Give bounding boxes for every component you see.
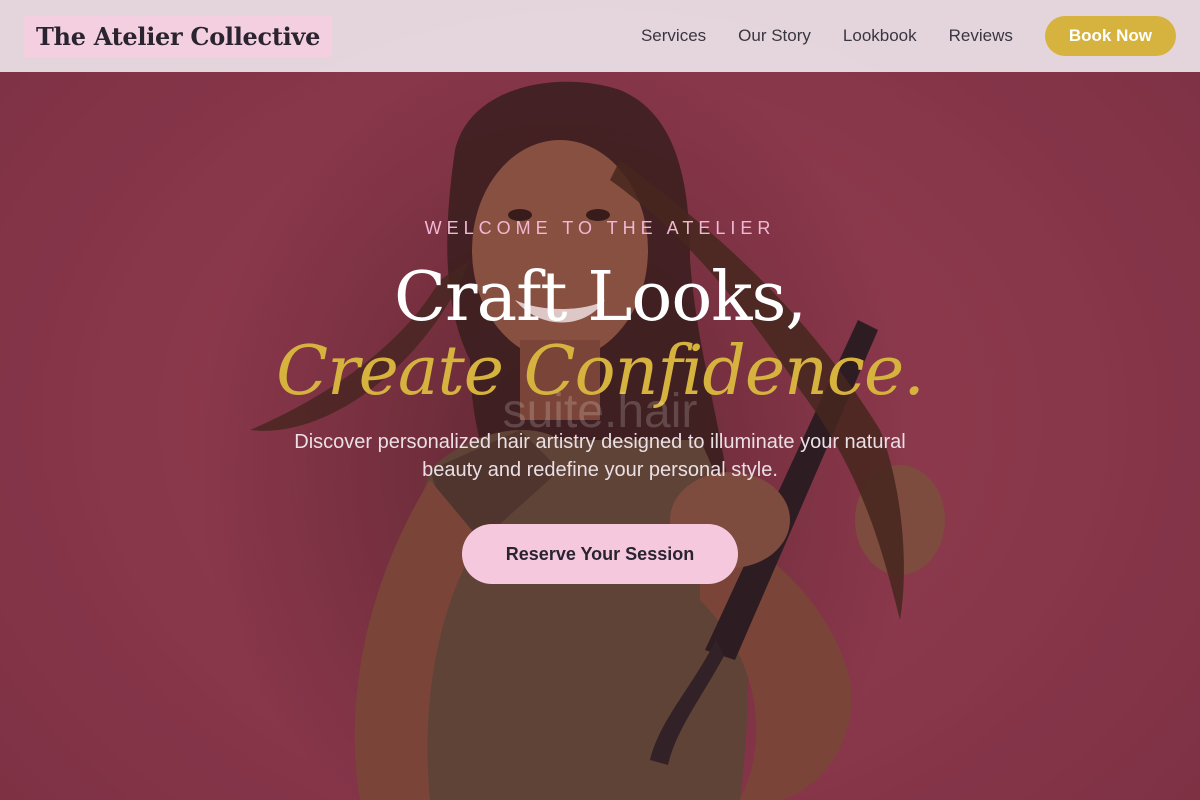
hero-subtext: Discover personalized hair artistry desi…: [294, 431, 906, 481]
site-header: The Atelier Collective Services Our Stor…: [0, 0, 1200, 72]
nav-link-services[interactable]: Services: [641, 26, 706, 46]
main-nav: Services Our Story Lookbook Reviews Book…: [641, 16, 1176, 56]
landing-page: The Atelier Collective Services Our Stor…: [0, 0, 1200, 800]
nav-link-our-story[interactable]: Our Story: [738, 26, 811, 46]
site-logo[interactable]: The Atelier Collective: [24, 15, 333, 57]
hero-headline-line1: Craft Looks,: [394, 258, 807, 337]
nav-link-reviews[interactable]: Reviews: [949, 26, 1013, 46]
nav-link-lookbook[interactable]: Lookbook: [843, 26, 917, 46]
reserve-session-button[interactable]: Reserve Your Session: [462, 524, 738, 584]
book-now-button[interactable]: Book Now: [1044, 16, 1176, 56]
hero-eyebrow: WELCOME TO THE ATELIER: [424, 218, 776, 238]
